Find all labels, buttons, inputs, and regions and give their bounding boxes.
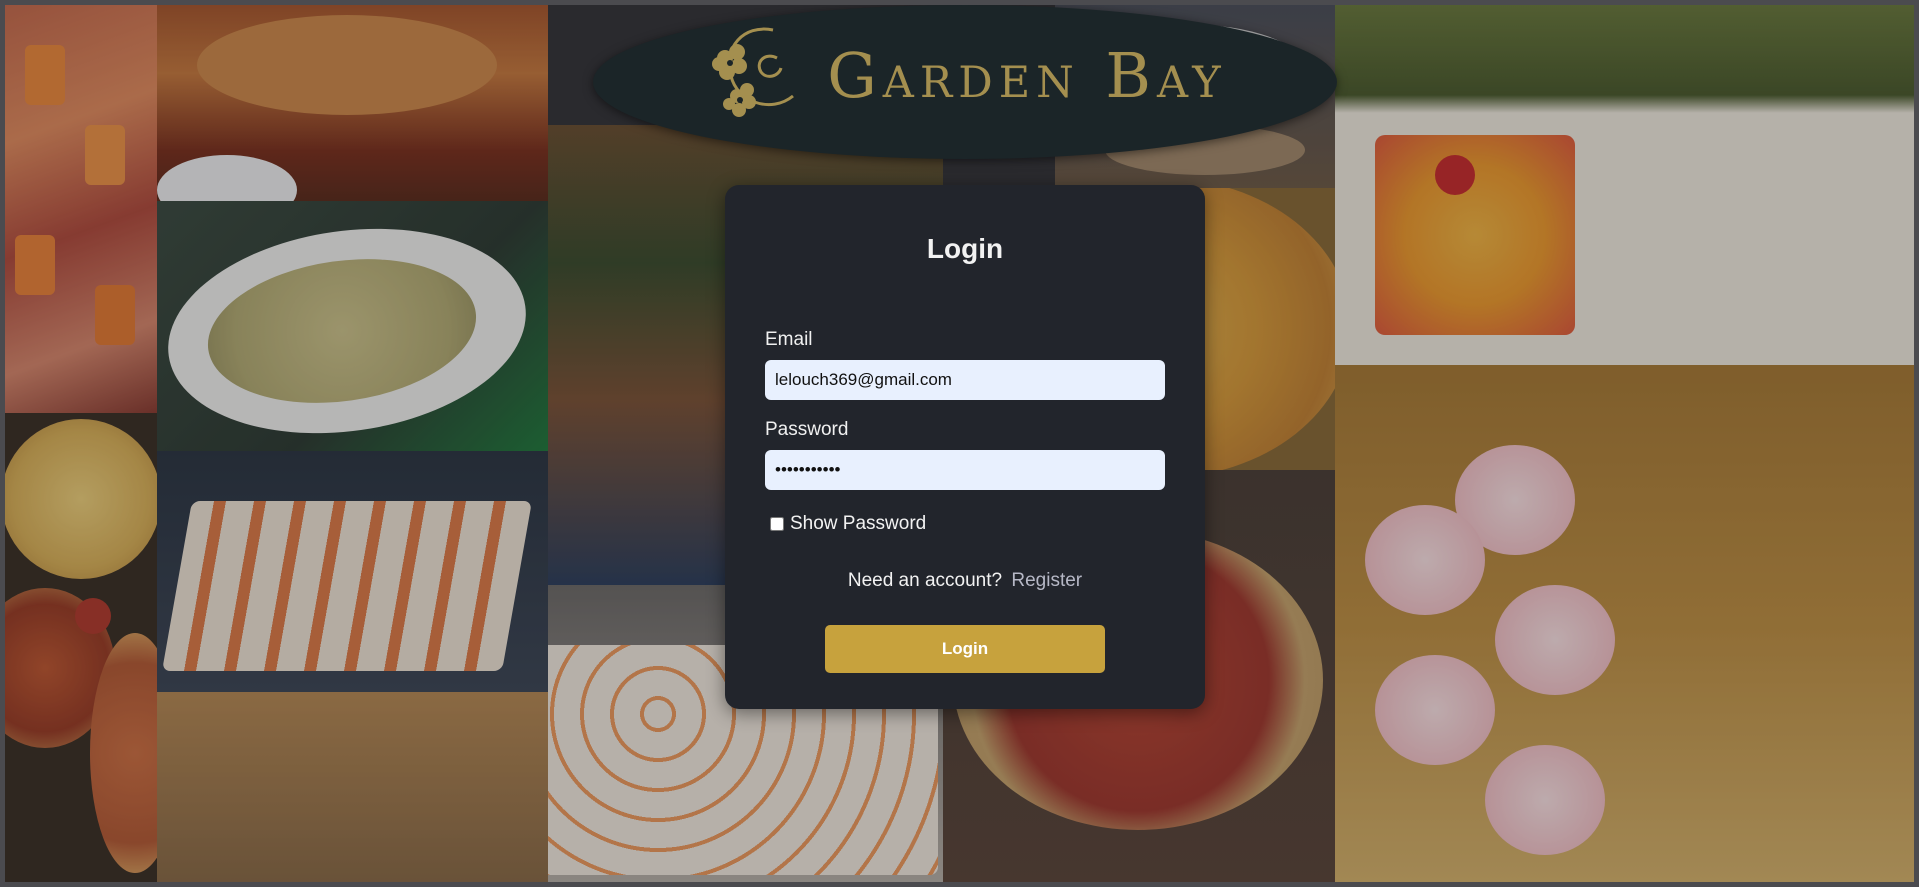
login-form: Login Email Password Show Password Need … [725, 185, 1205, 709]
potato-salad-photo [157, 201, 548, 451]
flower-icon [703, 18, 813, 132]
need-account-text: Need an account? [847, 570, 1003, 591]
fruit-salad-photo [1335, 5, 1914, 365]
pizza-photo [5, 413, 157, 882]
cupcakes-photo [1335, 365, 1914, 882]
salmon-canapes-photo [157, 451, 548, 692]
show-password-label: Show Password [790, 513, 927, 534]
roast-pork-photo [157, 5, 548, 201]
login-title: Login [926, 233, 1004, 264]
bottom-left-food-photo [157, 692, 548, 882]
food-collage-background: Garden Bay Login Email Password Show Pas… [5, 5, 1914, 882]
register-link[interactable]: Register [1011, 570, 1082, 591]
crab-stick-skewers-photo [5, 5, 157, 413]
email-field[interactable] [765, 360, 1165, 400]
password-label: Password [765, 419, 849, 440]
login-button[interactable]: Login [825, 625, 1105, 673]
email-label: Email [765, 329, 813, 350]
brand-name: Garden Bay [827, 38, 1227, 112]
register-prompt: Need an account? Register [725, 570, 1205, 592]
show-password-checkbox[interactable] [770, 517, 784, 531]
password-field[interactable] [765, 450, 1165, 490]
garden-bay-logo: Garden Bay [593, 5, 1337, 159]
show-password-row[interactable]: Show Password [770, 513, 926, 535]
